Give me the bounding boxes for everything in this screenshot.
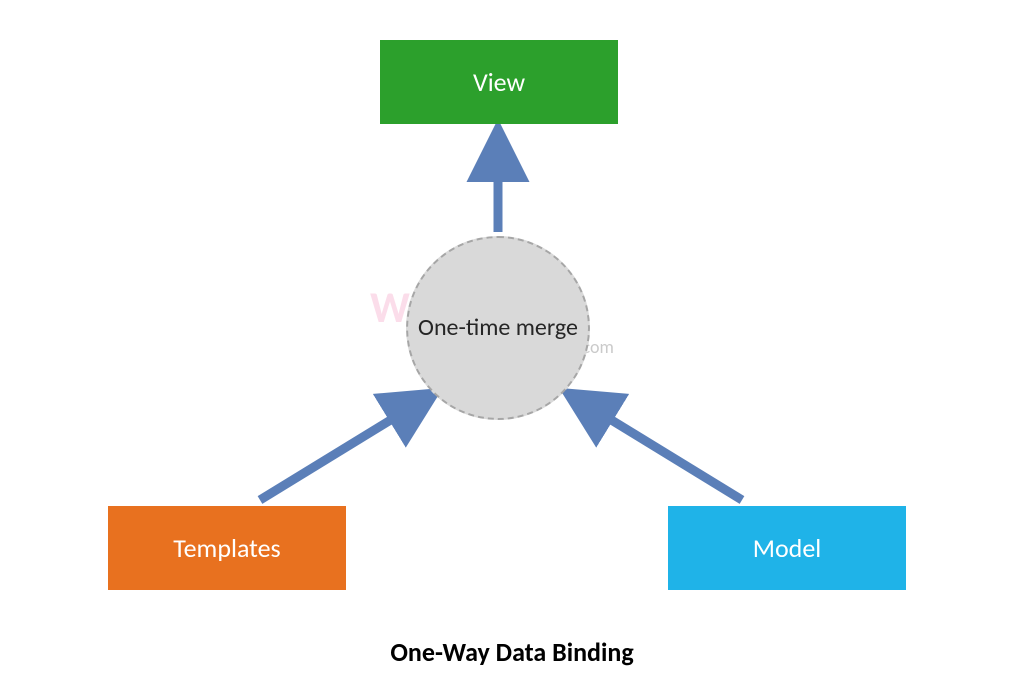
one-way-data-binding-diagram: Wikitechy .com View One-time merge Templ… (0, 0, 1024, 691)
node-templates-label: Templates (173, 532, 280, 564)
node-model: Model (668, 506, 906, 590)
node-view: View (380, 40, 618, 124)
arrow-templates-to-merge (260, 402, 420, 500)
arrow-model-to-merge (582, 402, 742, 500)
node-merge: One-time merge (406, 236, 590, 420)
node-view-label: View (473, 66, 525, 98)
node-merge-label: One-time merge (418, 312, 578, 343)
node-model-label: Model (753, 532, 822, 564)
diagram-title: One-Way Data Binding (0, 636, 1024, 668)
node-templates: Templates (108, 506, 346, 590)
